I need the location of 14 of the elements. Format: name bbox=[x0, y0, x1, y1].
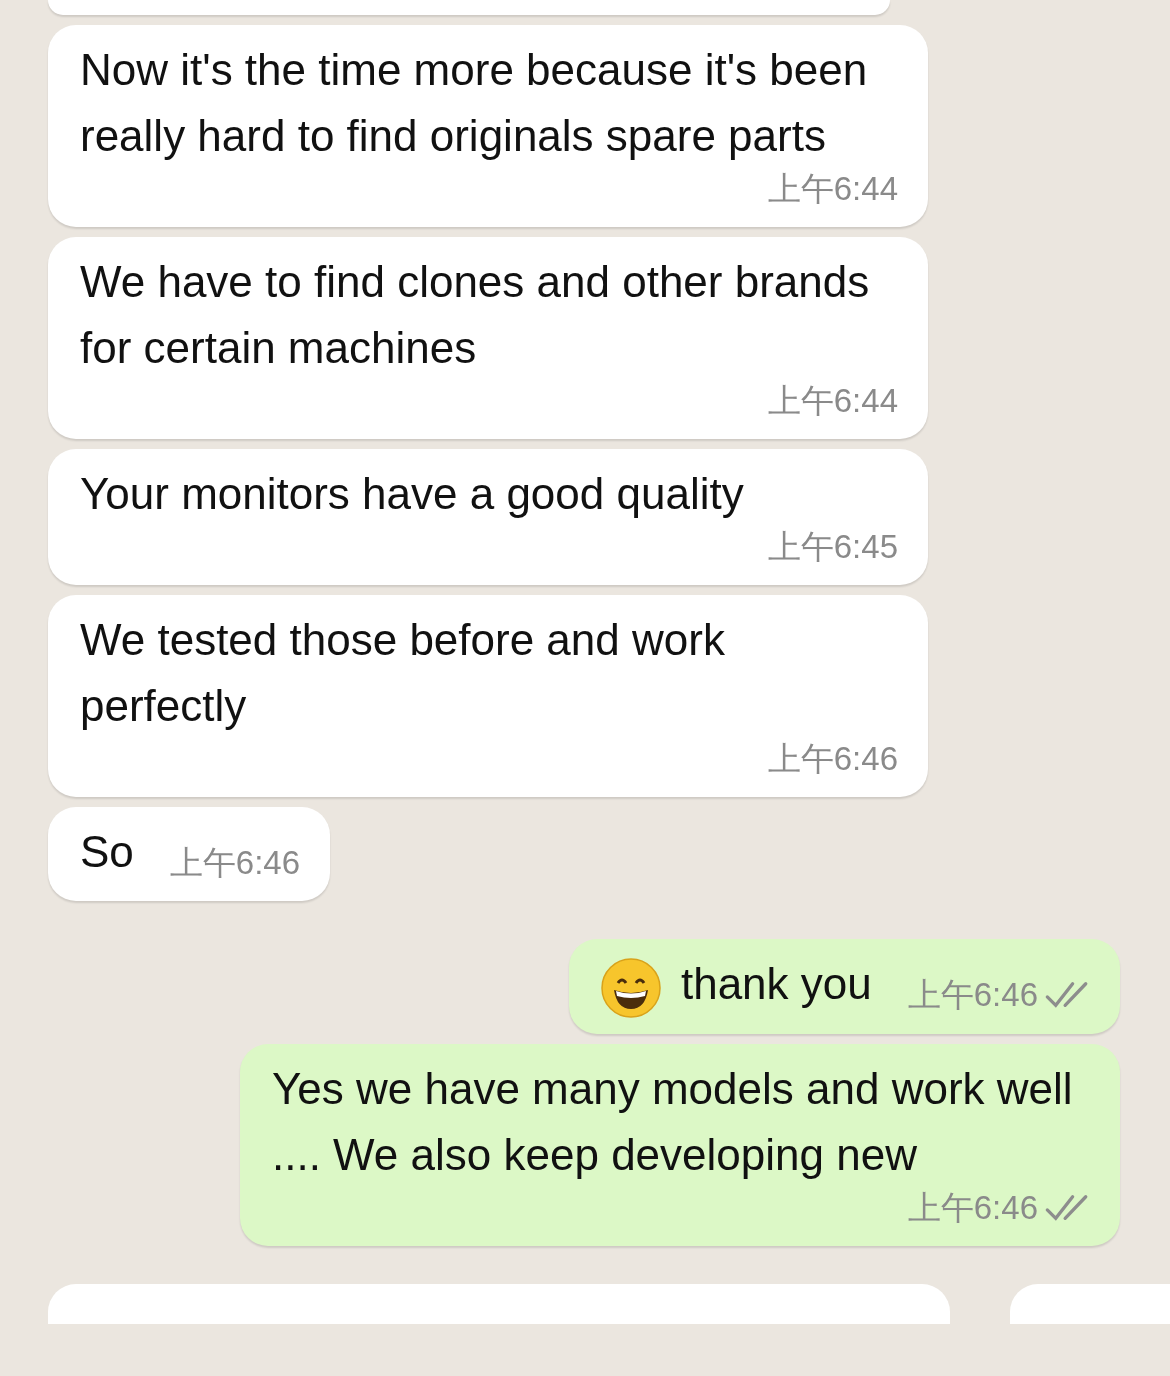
message-time: 上午6:44 bbox=[767, 169, 898, 209]
message-time: 上午6:46 bbox=[169, 843, 301, 883]
message-time: 上午6:45 bbox=[767, 527, 898, 567]
message-time: 上午6:46 bbox=[907, 1188, 1038, 1228]
message-text: We have to find clones and other brands for certain machines bbox=[80, 256, 871, 374]
message-time: 上午6:46 bbox=[767, 739, 898, 779]
message-text: So bbox=[80, 826, 134, 878]
message-text: We tested those before and work perfectly bbox=[80, 614, 726, 732]
message-time: 上午6:44 bbox=[767, 381, 898, 421]
message-text: thank you bbox=[680, 958, 872, 1010]
message-text: Your monitors have a good quality bbox=[80, 468, 744, 520]
message-text: Now it's the time more because it's been really hard to find originals spare parts bbox=[80, 44, 869, 162]
message-text: Yes we have many models and work well .... We also keep developing new bbox=[272, 1063, 1074, 1181]
message-time: 上午6:46 bbox=[907, 975, 1038, 1015]
